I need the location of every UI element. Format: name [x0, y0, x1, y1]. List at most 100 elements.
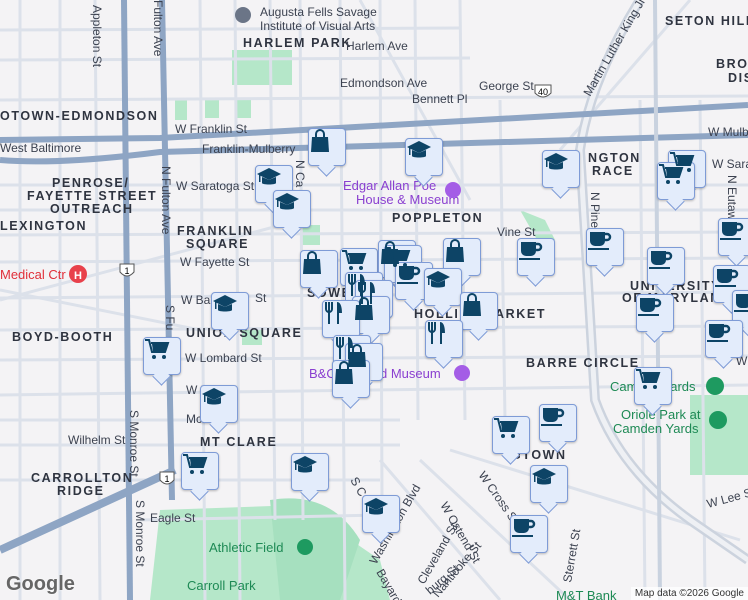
svg-text:PENROSE/: PENROSE/: [52, 176, 129, 190]
school-icon: [257, 168, 281, 185]
coffee-marker[interactable]: [539, 404, 577, 442]
school-icon: [532, 468, 556, 485]
svg-text:George St: George St: [479, 79, 534, 93]
grocery-icon: [342, 250, 367, 270]
coffee-icon: [541, 408, 565, 426]
coffee-marker[interactable]: [586, 228, 624, 266]
school-icon: [293, 456, 317, 473]
stadium-icon: [706, 377, 724, 395]
shopping-icon: [446, 239, 464, 262]
svg-text:CARROLLTON: CARROLLTON: [31, 471, 133, 485]
school-icon: [202, 388, 226, 405]
svg-text:POPPLETON: POPPLETON: [392, 211, 483, 225]
svg-text:FAYETTE STREET: FAYETTE STREET: [27, 189, 157, 203]
svg-text:W Franklin St: W Franklin St: [175, 122, 248, 136]
grocery-icon: [145, 339, 170, 359]
coffee-icon: [715, 269, 739, 287]
svg-text:Camden Yards: Camden Yards: [613, 421, 699, 436]
school-icon: [275, 193, 299, 210]
google-logo: Google: [6, 573, 75, 595]
museum-pin-icon: [445, 182, 461, 198]
svg-text:40: 40: [538, 87, 548, 97]
school-marker[interactable]: [530, 465, 568, 503]
coffee-marker[interactable]: [517, 238, 555, 276]
svg-text:Vine St: Vine St: [497, 225, 536, 239]
map-attribution[interactable]: Map data ©2026 Google: [630, 587, 748, 600]
svg-text:LEXINGTON: LEXINGTON: [0, 219, 87, 233]
shopping-marker[interactable]: [300, 250, 338, 288]
map[interactable]: 1 40 1 HARLEM PARK SETON HILL BROM DIS O…: [0, 0, 748, 600]
school-marker[interactable]: [273, 190, 311, 228]
svg-text:H: H: [74, 270, 82, 282]
svg-text:d Museum: d Museum: [380, 366, 441, 381]
svg-text:MT CLARE: MT CLARE: [200, 435, 277, 449]
svg-text:BROM: BROM: [716, 57, 748, 71]
svg-text:Bennett Pl: Bennett Pl: [412, 92, 467, 106]
school-icon: [426, 271, 450, 288]
svg-text:BARRE CIRCLE: BARRE CIRCLE: [526, 356, 640, 370]
stadium-icon: [709, 411, 727, 429]
grocery-marker[interactable]: [181, 452, 219, 490]
coffee-icon: [588, 232, 612, 250]
svg-text:S Fu: S Fu: [163, 305, 177, 330]
svg-text:Harlem Ave: Harlem Ave: [346, 39, 408, 53]
svg-text:OUTREACH: OUTREACH: [50, 202, 134, 216]
school-icon: [364, 498, 388, 515]
school-icon: [213, 295, 237, 312]
svg-text:Athletic Field: Athletic Field: [209, 540, 283, 555]
coffee-marker[interactable]: [636, 294, 674, 332]
svg-text:W Sarat: W Sarat: [712, 157, 748, 171]
svg-text:Franklin-Mulberry: Franklin-Mulberry: [202, 142, 295, 156]
coffee-icon: [734, 294, 748, 312]
svg-text:W Ba: W Ba: [181, 293, 211, 307]
svg-text:Wilhelm St: Wilhelm St: [68, 433, 126, 447]
museum-pin-icon: [454, 365, 470, 381]
shopping-marker[interactable]: [308, 128, 346, 166]
svg-text:Oriole Park at: Oriole Park at: [621, 407, 701, 422]
shopping-marker[interactable]: [460, 292, 498, 330]
coffee-icon: [707, 324, 731, 342]
grocery-icon: [494, 418, 519, 438]
svg-text:DIS: DIS: [728, 71, 748, 85]
grocery-marker[interactable]: [143, 337, 181, 375]
svg-text:House & Museum: House & Museum: [356, 192, 459, 207]
svg-text:Edmondson Ave: Edmondson Ave: [340, 76, 428, 90]
svg-text:S Monroe St: S Monroe St: [133, 500, 147, 567]
park-pin-icon: [297, 539, 313, 555]
svg-text:NGTON: NGTON: [588, 151, 641, 165]
svg-text:Fulton Ave: Fulton Ave: [151, 0, 165, 57]
grocery-marker[interactable]: [634, 367, 672, 405]
svg-text:HARLEM PARK: HARLEM PARK: [243, 36, 352, 50]
school-marker[interactable]: [211, 292, 249, 330]
svg-text:RIDGE: RIDGE: [57, 484, 105, 498]
svg-text:West Baltimore: West Baltimore: [0, 141, 81, 155]
svg-text:W Lombard St: W Lombard St: [185, 351, 262, 365]
coffee-icon: [638, 298, 662, 316]
school-marker[interactable]: [405, 138, 443, 176]
svg-text:W Mulb: W Mulb: [708, 125, 748, 139]
svg-text:BOYD-BOOTH: BOYD-BOOTH: [12, 330, 113, 344]
grocery-icon: [659, 164, 684, 184]
school-marker[interactable]: [291, 453, 329, 491]
coffee-icon: [720, 222, 744, 240]
grocery-marker[interactable]: [492, 416, 530, 454]
coffee-marker[interactable]: [705, 320, 743, 358]
grocery-icon: [636, 369, 661, 389]
svg-text:S Monroe St: S Monroe St: [127, 410, 141, 477]
shopping-icon: [335, 361, 353, 384]
school-marker[interactable]: [200, 385, 238, 423]
coffee-marker[interactable]: [647, 247, 685, 285]
school-marker[interactable]: [542, 150, 580, 188]
svg-text:RACE: RACE: [592, 164, 634, 178]
restaurant-icon: [325, 302, 342, 324]
coffee-marker[interactable]: [718, 218, 748, 256]
svg-text:ARKET: ARKET: [495, 307, 546, 321]
coffee-marker[interactable]: [510, 515, 548, 553]
svg-text:Appleton St: Appleton St: [90, 5, 104, 68]
svg-text:W Saratoga St: W Saratoga St: [176, 179, 255, 193]
restaurant-marker[interactable]: [425, 320, 463, 358]
school-marker[interactable]: [362, 495, 400, 533]
svg-text:Institute of Visual Arts: Institute of Visual Arts: [260, 19, 375, 33]
school-marker[interactable]: [424, 268, 462, 306]
svg-text:N Ca: N Ca: [293, 160, 307, 188]
